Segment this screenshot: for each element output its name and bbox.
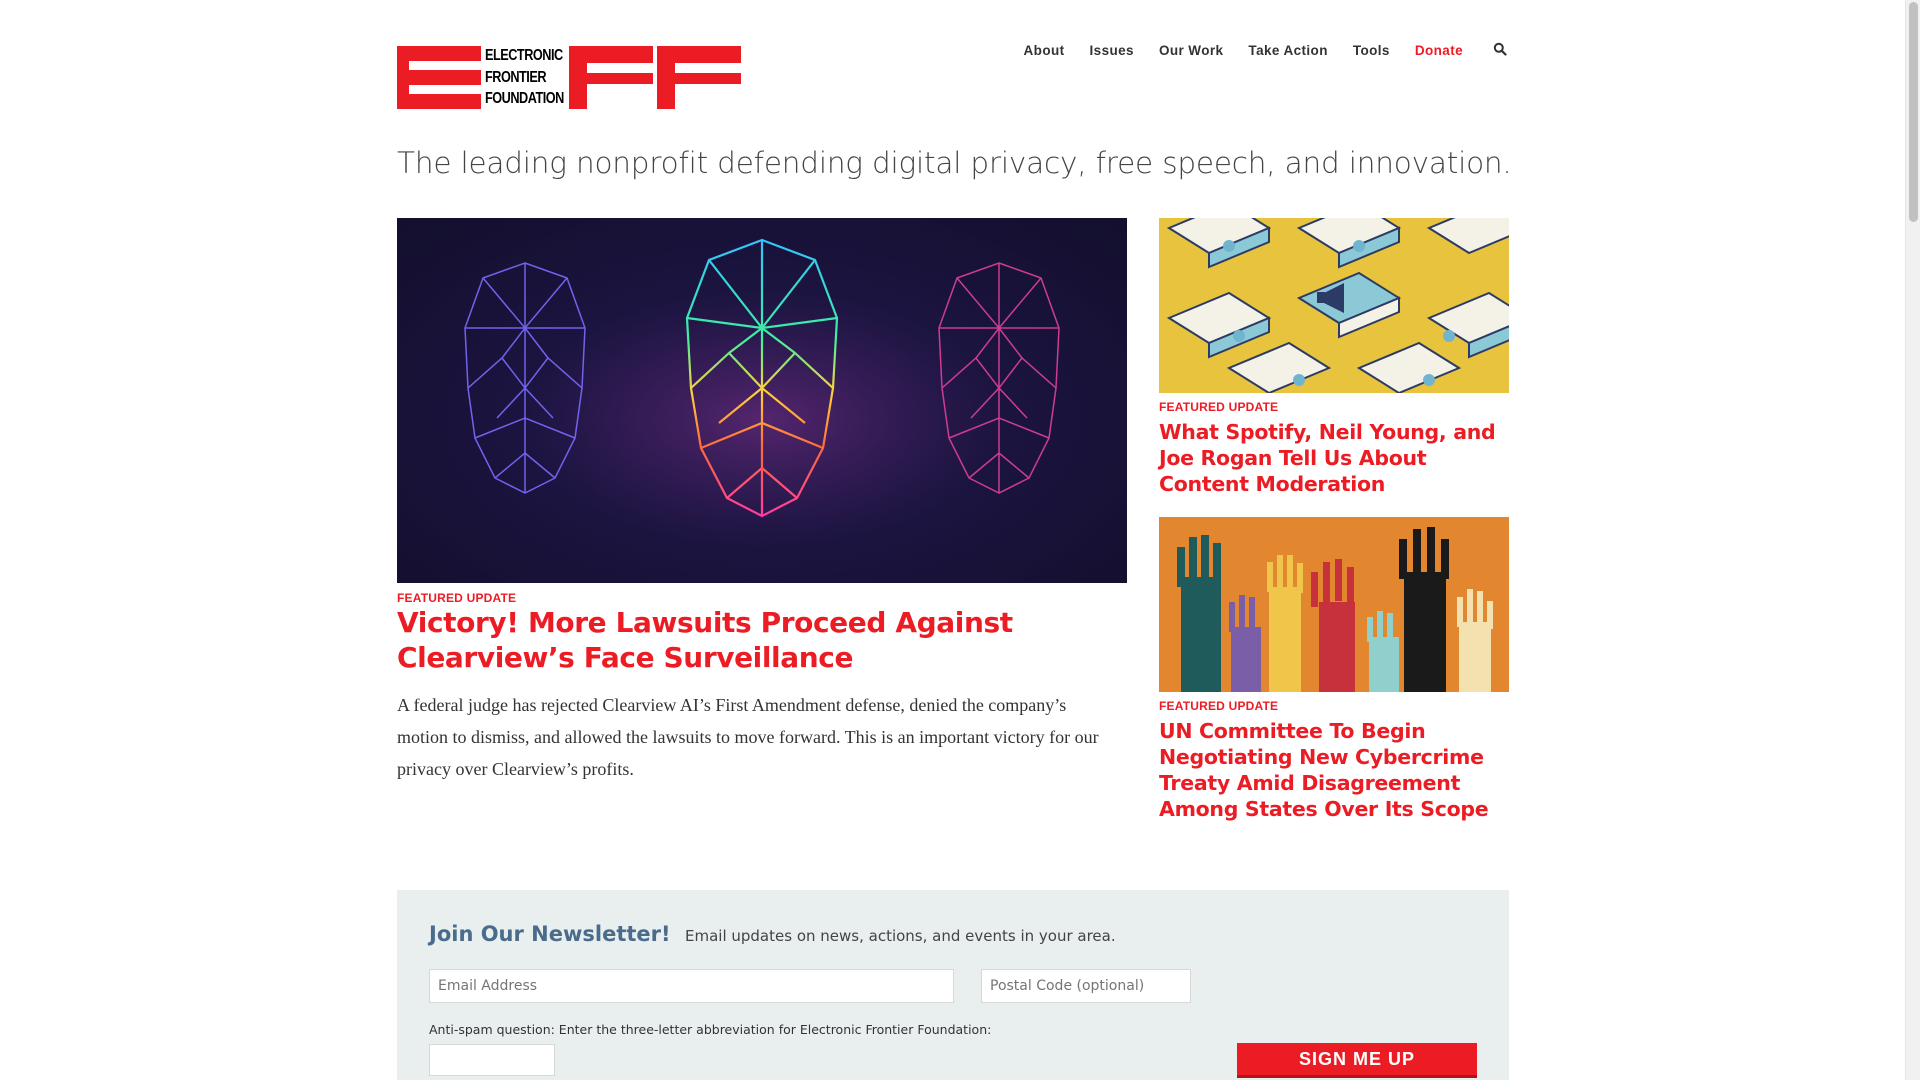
logo-mark: ELECTRONIC FRONTIER FOUNDATION	[397, 46, 741, 109]
page-scrollbar[interactable]	[1905, 0, 1920, 1080]
site-tagline: The leading nonprofit defending digital …	[397, 146, 1512, 180]
scrollbar-thumb[interactable]	[1909, 2, 1918, 222]
laptops-megaphone-image	[1159, 218, 1509, 393]
newsletter-title: Join Our Newsletter!	[429, 922, 671, 946]
side-article-2: FEATURED UPDATE UN Committee To Begin Ne…	[1159, 517, 1509, 822]
nav-take-action[interactable]: Take Action	[1248, 43, 1327, 58]
main-nav: About Issues Our Work Take Action Tools …	[999, 42, 1509, 58]
email-field[interactable]	[429, 969, 954, 1003]
logo-f-block-1	[569, 46, 653, 109]
side-article-2-image[interactable]	[1159, 517, 1509, 692]
eff-logo[interactable]: ELECTRONIC FRONTIER FOUNDATION	[397, 46, 741, 109]
side-article-1-image[interactable]	[1159, 218, 1509, 393]
hero-kicker: FEATURED UPDATE	[397, 591, 517, 605]
side-article-2-title-link[interactable]: UN Committee To Begin Negotiating New Cy…	[1159, 718, 1509, 822]
wireframe-faces-image	[397, 218, 1127, 583]
raised-hands-image	[1159, 517, 1509, 692]
side-article-2-kicker: FEATURED UPDATE	[1159, 699, 1279, 713]
side-article-1: FEATURED UPDATE What Spotify, Neil Young…	[1159, 218, 1509, 497]
side-article-1-kicker: FEATURED UPDATE	[1159, 400, 1279, 414]
side-article-1-title-link[interactable]: What Spotify, Neil Young, and Joe Rogan …	[1159, 419, 1509, 497]
logo-f-block-2	[657, 46, 741, 109]
logo-line-2: FRONTIER	[485, 68, 547, 86]
hero-title-link[interactable]: Victory! More Lawsuits Proceed Against C…	[397, 605, 1127, 675]
nav-our-work[interactable]: Our Work	[1159, 43, 1223, 58]
newsletter-signup: Join Our Newsletter! Email updates on ne…	[397, 890, 1509, 1080]
antispam-answer-field[interactable]	[429, 1044, 555, 1076]
page-container: ELECTRONIC FRONTIER FOUNDATION About Iss…	[397, 0, 1512, 1080]
antispam-question-label: Anti-spam question: Enter the three-lett…	[429, 1022, 992, 1037]
newsletter-subtitle: Email updates on news, actions, and even…	[685, 927, 1116, 945]
nav-tools[interactable]: Tools	[1353, 43, 1390, 58]
nav-donate[interactable]: Donate	[1415, 43, 1463, 58]
hero-image[interactable]	[397, 218, 1127, 583]
postal-code-field[interactable]	[981, 969, 1191, 1003]
nav-about[interactable]: About	[1024, 43, 1065, 58]
nav-issues[interactable]: Issues	[1090, 43, 1134, 58]
logo-line-1: ELECTRONIC	[485, 47, 563, 64]
logo-wordmark: ELECTRONIC FRONTIER FOUNDATION	[485, 46, 567, 109]
hero-summary: A federal judge has rejected Clearview A…	[397, 695, 1099, 779]
logo-line-3: FOUNDATION	[485, 90, 564, 107]
search-icon[interactable]	[1493, 42, 1509, 58]
sign-me-up-button[interactable]: SIGN ME UP	[1237, 1043, 1477, 1078]
logo-e-block	[397, 46, 481, 109]
